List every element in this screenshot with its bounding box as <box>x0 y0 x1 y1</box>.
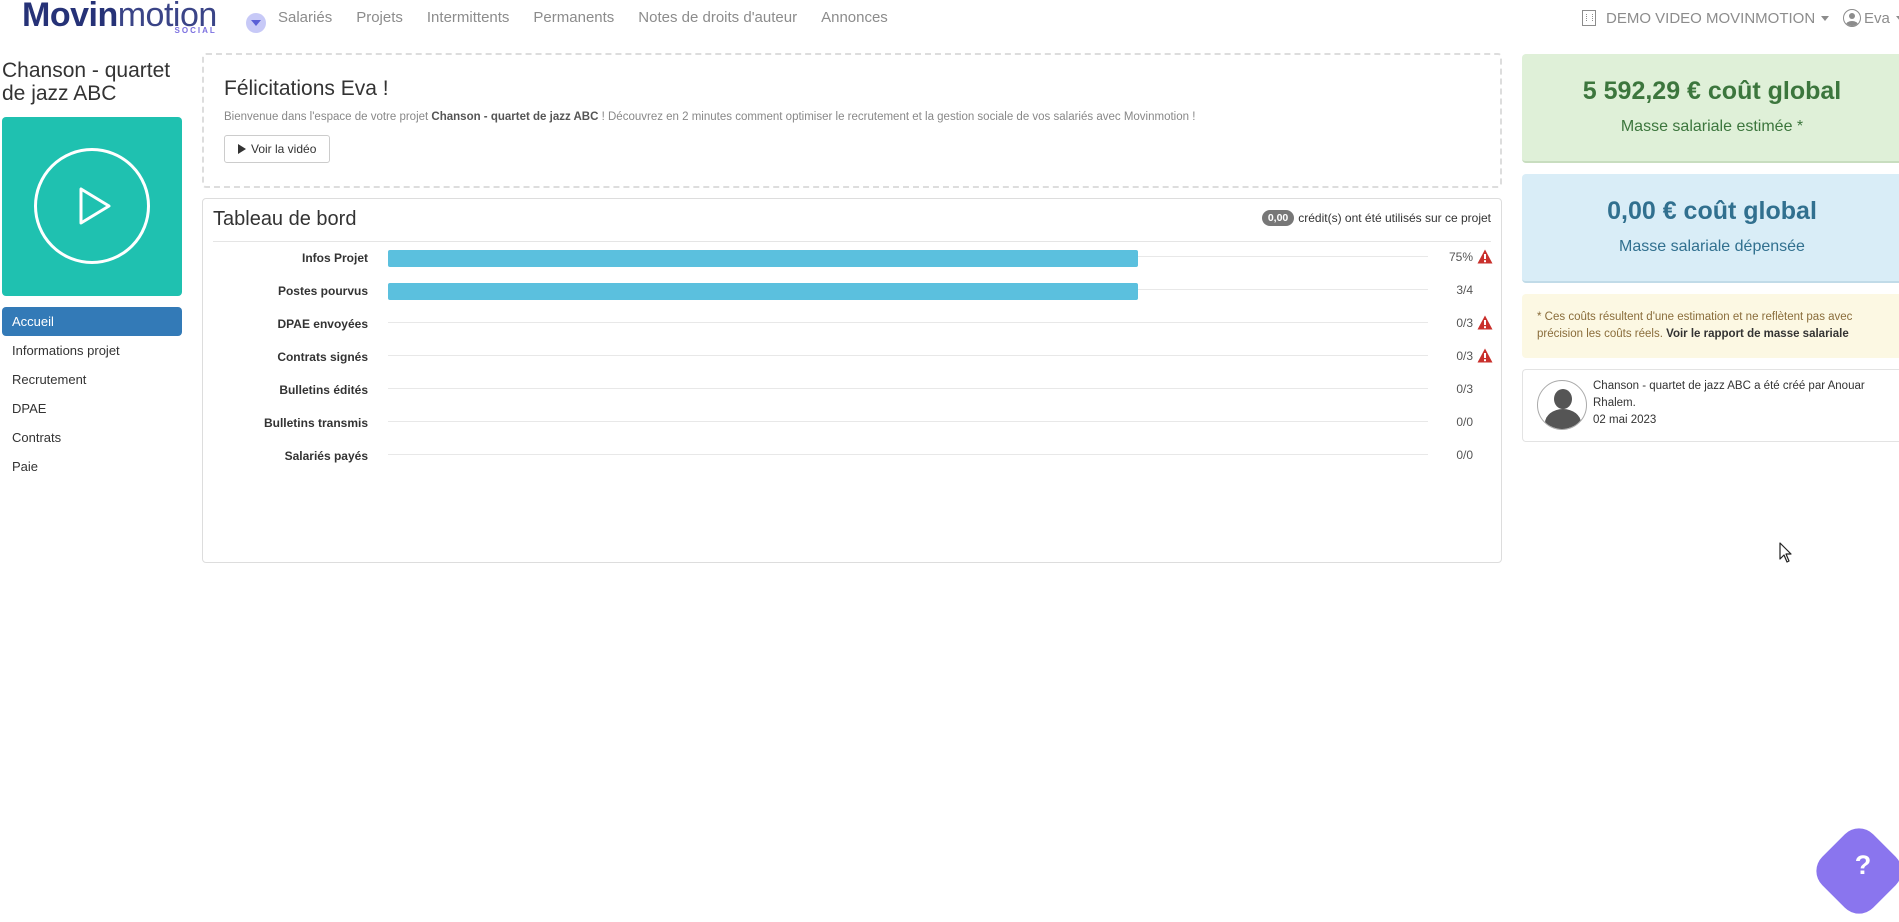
organization-name: DEMO VIDEO MOVINMOTION <box>1606 9 1816 27</box>
estimated-payroll-card: 5 592,29 € coût global Masse salariale e… <box>1522 54 1899 163</box>
sidebar-item-accueil[interactable]: Accueil <box>2 307 182 336</box>
project-sidebar-menu: Accueil Informations projet Recrutement … <box>2 307 182 481</box>
dashboard-row-label: DPAE envoyées <box>277 317 369 331</box>
nav-salaries[interactable]: Salariés <box>278 0 332 36</box>
dashboard-row-label: Salariés payés <box>284 449 368 463</box>
dashboard-row-value: 3/4 <box>1456 283 1473 297</box>
dashboard-row-label: Bulletins transmis <box>263 416 368 430</box>
spent-label: Masse salariale dépensée <box>1619 238 1805 255</box>
progress-bar <box>388 283 1138 300</box>
warning-icon <box>1477 315 1493 330</box>
sidebar-item-informations-projet[interactable]: Informations projet <box>2 336 182 365</box>
activity-text: Chanson - quartet de jazz ABC a été créé… <box>1593 380 1865 409</box>
mouse-cursor-icon <box>1779 542 1792 563</box>
play-circle-icon <box>34 148 150 264</box>
dashboard-row-label: Bulletins édités <box>279 383 368 397</box>
credits-text: crédit(s) ont été utilisés sur ce projet <box>1298 211 1491 225</box>
nav-projets[interactable]: Projets <box>356 0 403 36</box>
watch-video-button[interactable]: Voir la vidéo <box>224 135 331 163</box>
question-mark-icon[interactable]: ? <box>1843 850 1883 881</box>
welcome-text: Bienvenue dans l'espace de votre projet … <box>224 111 1196 123</box>
dashboard-row-label: Contrats signés <box>277 350 368 364</box>
play-icon <box>238 144 246 154</box>
chevron-down-icon <box>251 20 261 26</box>
dashboard-row-label: Postes pourvus <box>277 284 368 298</box>
dashboard-row-label: Infos Projet <box>301 251 368 265</box>
nav-dropdown-toggle[interactable] <box>246 13 266 33</box>
user-menu[interactable]: Eva <box>1843 0 1899 36</box>
welcome-panel: Félicitations Eva ! Bienvenue dans l'esp… <box>202 53 1502 188</box>
sidebar-item-recrutement[interactable]: Recrutement <box>2 365 182 394</box>
main-nav: Salariés Projets Intermittents Permanent… <box>278 0 912 36</box>
caret-down-icon <box>1821 15 1830 21</box>
dashboard-row: Salariés payés 0/0 <box>203 438 1503 478</box>
movinmotion-logo[interactable]: Movinmotion SOCIAL <box>22 0 217 36</box>
nav-annonces[interactable]: Annonces <box>821 0 888 36</box>
sidebar-item-contrats[interactable]: Contrats <box>2 423 182 452</box>
dashboard-row-value: 0/3 <box>1456 349 1473 363</box>
progress-track <box>388 388 1428 404</box>
nav-notes-droits-auteur[interactable]: Notes de droits d'auteur <box>638 0 797 36</box>
dashboard-row-value: 0/0 <box>1456 448 1473 462</box>
activity-date: 02 mai 2023 <box>1593 414 1657 426</box>
spent-payroll-card: 0,00 € coût global Masse salariale dépen… <box>1522 174 1899 283</box>
progress-track <box>388 421 1428 437</box>
dashboard-row-value: 0/3 <box>1456 382 1473 396</box>
dashboard-row-value: 0/3 <box>1456 316 1473 330</box>
building-icon <box>1582 10 1596 26</box>
estimated-label: Masse salariale estimée * <box>1620 118 1804 135</box>
dashboard-panel: Tableau de bord 0,00 crédit(s) ont été u… <box>202 198 1502 563</box>
project-title: Chanson - quartet de jazz ABC <box>2 59 171 105</box>
progress-track <box>388 355 1428 371</box>
sidebar-item-paie[interactable]: Paie <box>2 452 182 481</box>
warning-icon <box>1477 249 1493 264</box>
progress-bar <box>388 250 1138 267</box>
credits-info: 0,00 crédit(s) ont été utilisés sur ce p… <box>1261 210 1491 226</box>
project-video-tile[interactable] <box>2 117 182 296</box>
credits-badge: 0,00 <box>1261 210 1295 226</box>
top-navbar: Movinmotion SOCIAL Salariés Projets Inte… <box>0 0 1899 40</box>
nav-intermittents[interactable]: Intermittents <box>427 0 510 36</box>
activity-feed-item: Chanson - quartet de jazz ABC a été créé… <box>1522 369 1899 442</box>
warning-icon <box>1477 348 1493 363</box>
user-icon <box>1843 9 1861 27</box>
avatar <box>1537 380 1587 430</box>
progress-track <box>388 322 1428 338</box>
dashboard-title: Tableau de bord <box>213 208 357 230</box>
welcome-title: Félicitations Eva ! <box>224 77 389 100</box>
progress-track <box>388 454 1428 470</box>
organization-selector[interactable]: DEMO VIDEO MOVINMOTION <box>1582 0 1830 36</box>
spent-amount: 0,00 € coût global <box>1607 197 1817 225</box>
estimated-amount: 5 592,29 € coût global <box>1582 77 1842 105</box>
nav-permanents[interactable]: Permanents <box>533 0 614 36</box>
sidebar-item-dpae[interactable]: DPAE <box>2 394 182 423</box>
user-name: Eva <box>1864 9 1890 27</box>
dashboard-row-value: 75% <box>1448 250 1473 264</box>
dashboard-row-value: 0/0 <box>1456 415 1473 429</box>
payroll-report-link[interactable]: Voir le rapport de masse salariale <box>1666 328 1849 340</box>
cost-disclaimer: * Ces coûts résultent d'une estimation e… <box>1522 294 1899 358</box>
